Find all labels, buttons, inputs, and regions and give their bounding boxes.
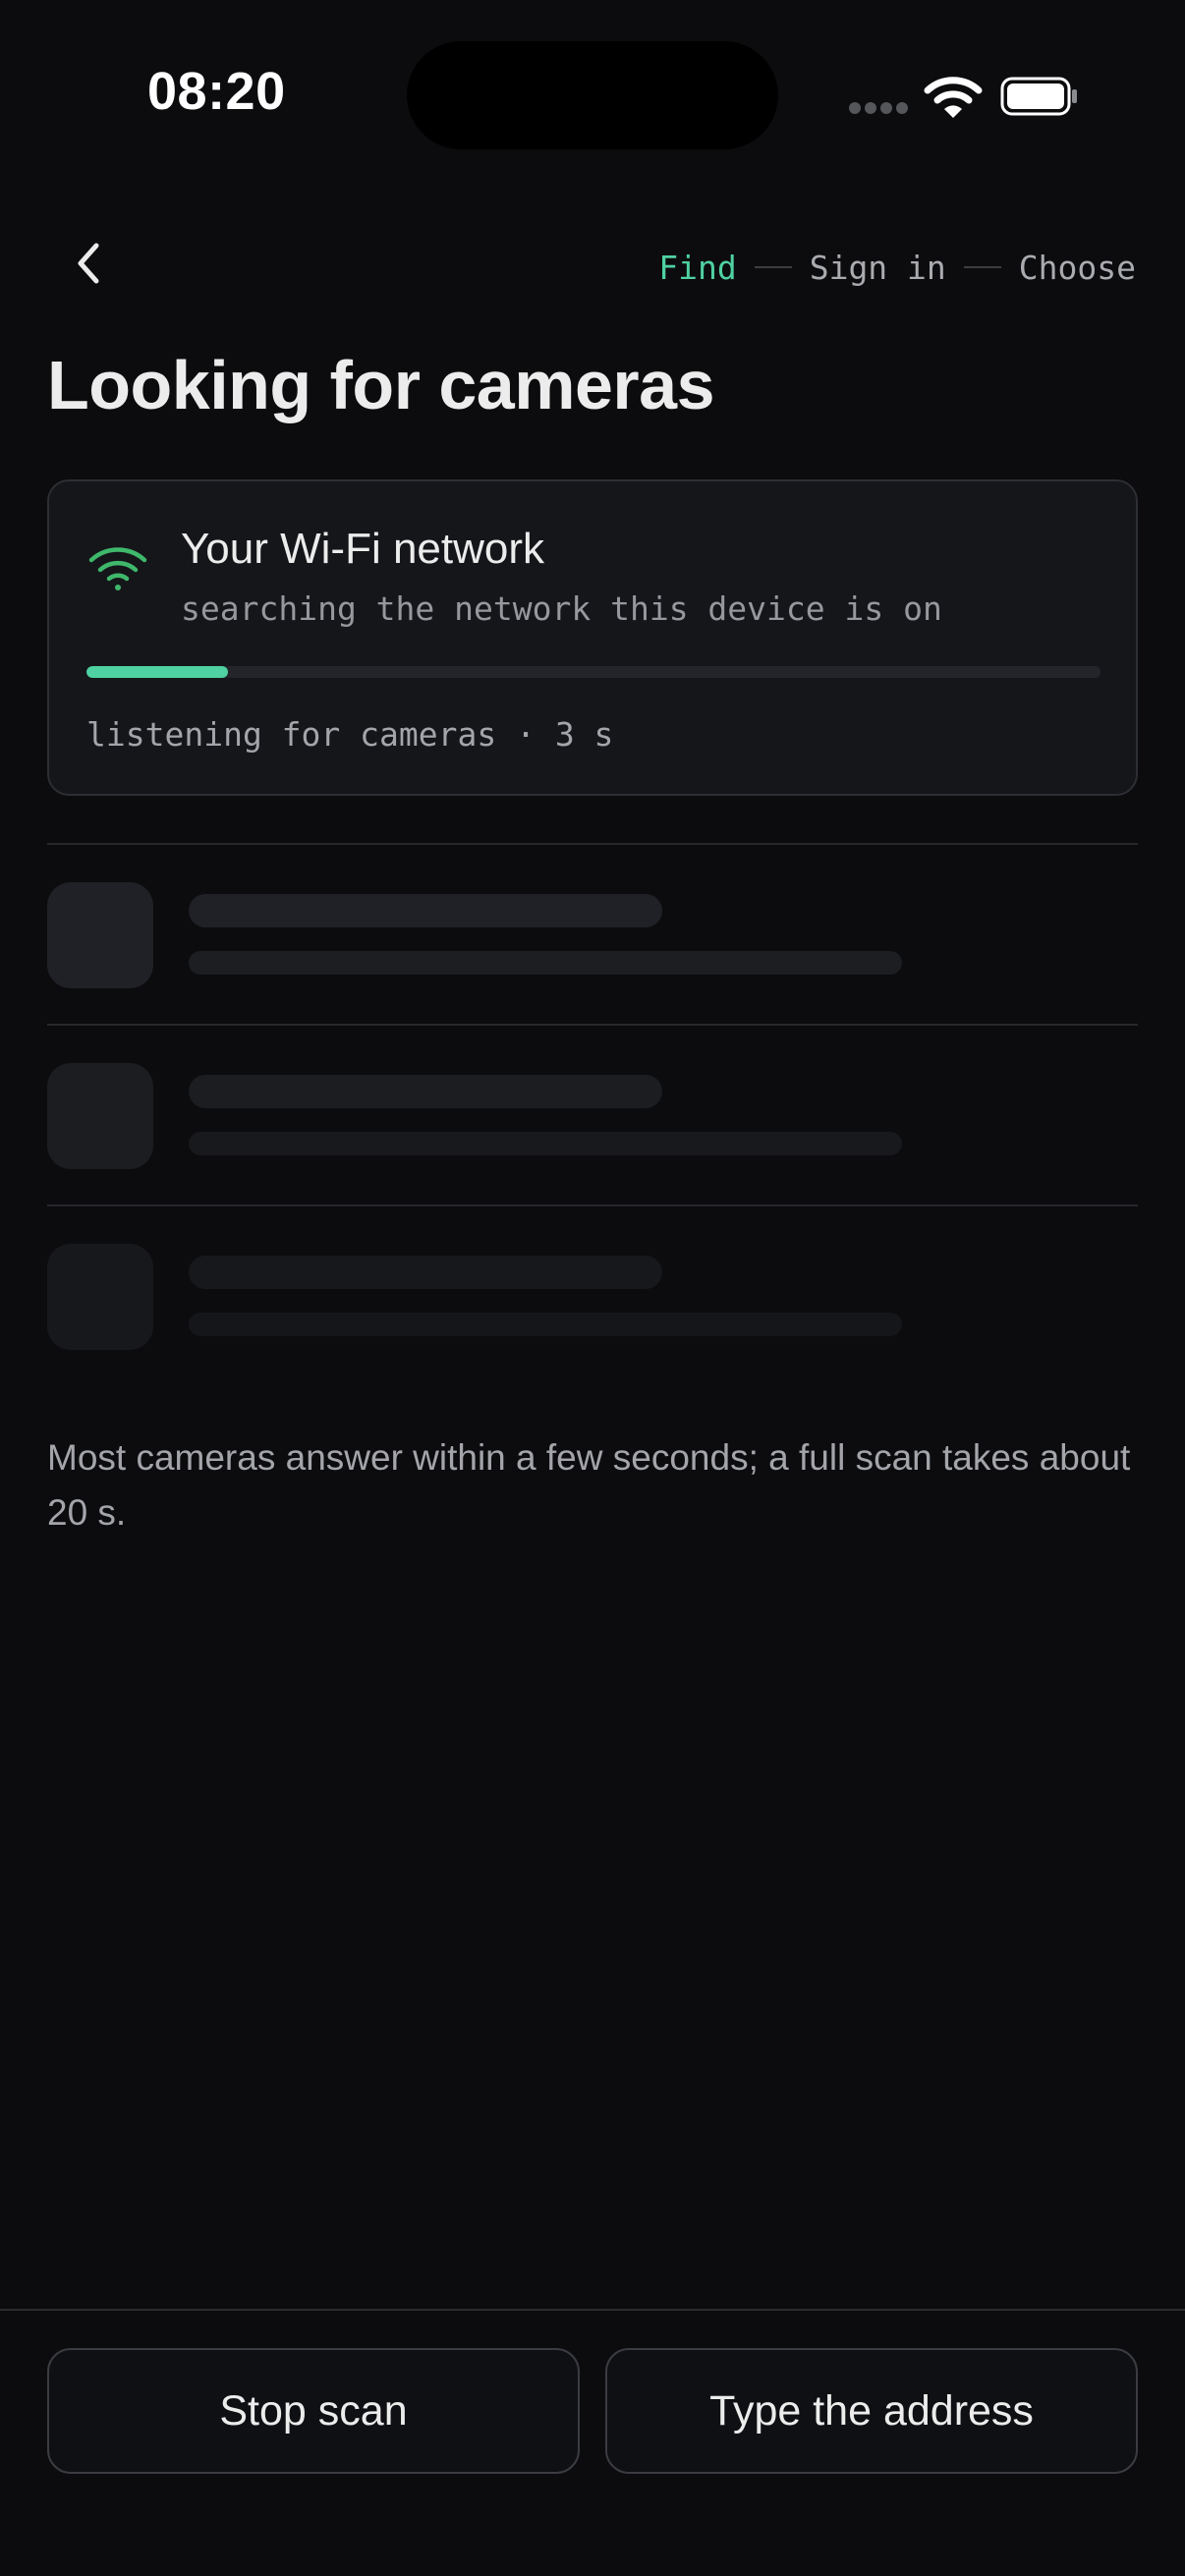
battery-icon <box>1000 77 1077 116</box>
card-title: Your Wi-Fi network <box>181 525 545 573</box>
skeleton-row <box>47 843 1138 1024</box>
step-separator <box>963 266 1001 268</box>
skeleton-thumbnail <box>47 1063 153 1169</box>
skeleton-row <box>47 1204 1138 1385</box>
cellular-signal-icon <box>849 102 908 116</box>
skeleton-title-line <box>189 1075 662 1108</box>
wifi-icon <box>88 547 147 590</box>
step-sign-in: Sign in <box>809 248 946 287</box>
skeleton-title-line <box>189 894 662 927</box>
type-address-button[interactable]: Type the address <box>605 2348 1138 2474</box>
dynamic-island <box>407 41 778 149</box>
step-choose: Choose <box>1018 248 1136 287</box>
card-subtitle: searching the network this device is on <box>181 589 942 628</box>
network-card: Your Wi-Fi network searching the network… <box>47 479 1138 796</box>
scan-hint: Most cameras answer within a few seconds… <box>47 1437 1131 1533</box>
skeleton-detail-line <box>189 1132 902 1155</box>
stepper: Find Sign in Choose <box>658 244 1136 291</box>
chevron-left-icon <box>78 243 99 284</box>
scan-progress-fill <box>86 666 229 678</box>
skeleton-row <box>47 1024 1138 1204</box>
scan-progress-bar <box>86 666 1100 678</box>
skeleton-thumbnail <box>47 882 153 988</box>
step-find: Find <box>658 248 737 287</box>
bottom-action-bar: Stop scan Type the address <box>0 2309 1185 2576</box>
scan-status: listening for cameras · 3 s <box>86 715 614 754</box>
camera-results-list <box>47 843 1138 1385</box>
step-separator <box>754 266 792 268</box>
skeleton-detail-line <box>189 951 902 975</box>
wifi-status-icon <box>924 77 983 118</box>
stop-scan-button[interactable]: Stop scan <box>47 2348 580 2474</box>
skeleton-detail-line <box>189 1313 902 1336</box>
status-bar: 08:20 <box>0 0 1185 187</box>
status-time: 08:20 <box>147 62 286 121</box>
skeleton-thumbnail <box>47 1244 153 1350</box>
back-button[interactable] <box>53 228 124 299</box>
page-title: Looking for cameras <box>47 347 715 423</box>
skeleton-title-line <box>189 1256 662 1289</box>
